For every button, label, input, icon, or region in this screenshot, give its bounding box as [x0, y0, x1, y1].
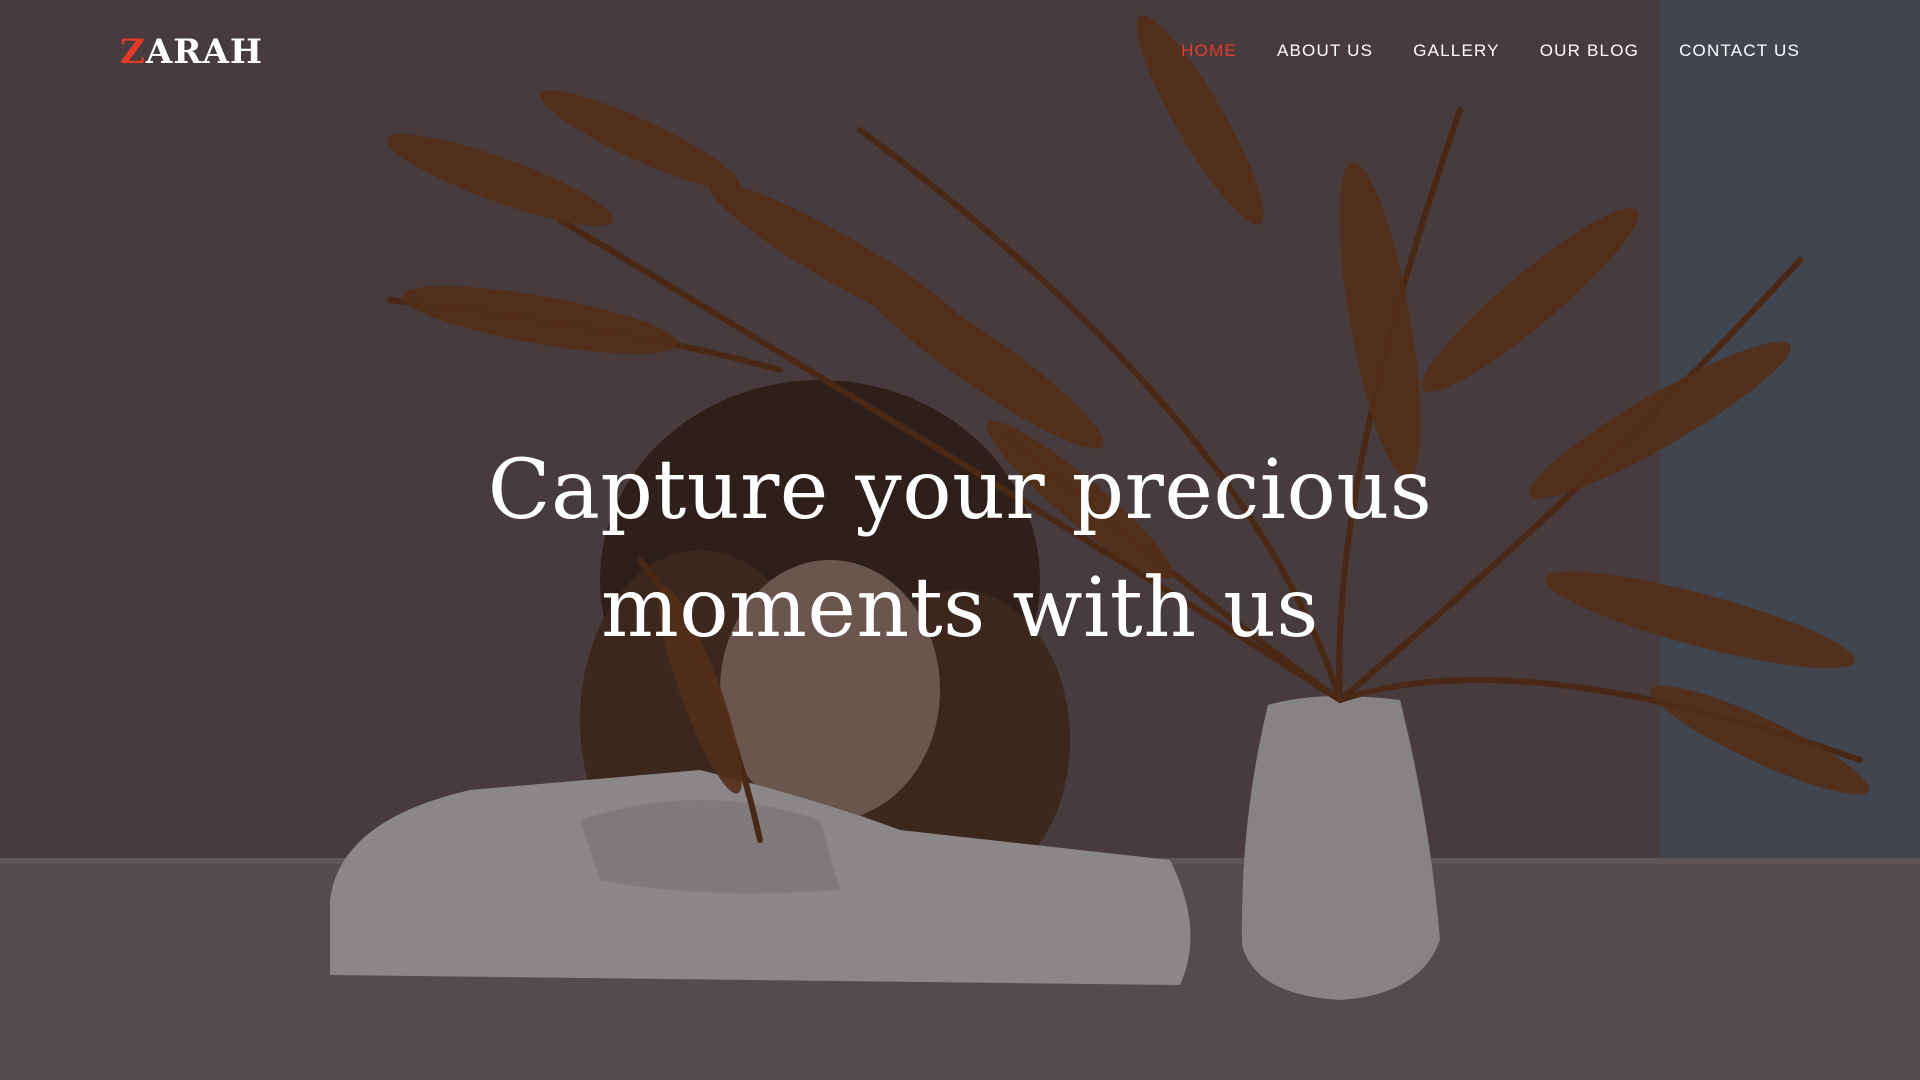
- nav-item-home[interactable]: HOME: [1181, 36, 1237, 66]
- hero-headline: Capture your precious moments with us: [360, 432, 1560, 668]
- hero-headline-line-1: Capture your precious: [487, 443, 1433, 538]
- logo-rest: ARAH: [145, 32, 263, 72]
- site-logo[interactable]: ZARAH: [120, 30, 263, 74]
- nav-item-gallery[interactable]: GALLERY: [1413, 36, 1500, 66]
- logo-first-letter: Z: [120, 32, 146, 72]
- nav-item-contact-us[interactable]: CONTACT US: [1679, 36, 1800, 66]
- nav-item-about-us[interactable]: ABOUT US: [1277, 36, 1373, 66]
- site-header: ZARAH HOME ABOUT US GALLERY OUR BLOG CON…: [0, 0, 1920, 104]
- hero-headline-line-2: moments with us: [601, 561, 1319, 656]
- main-navigation: HOME ABOUT US GALLERY OUR BLOG CONTACT U…: [1181, 36, 1800, 66]
- nav-item-our-blog[interactable]: OUR BLOG: [1540, 36, 1639, 66]
- hero-section: ZARAH HOME ABOUT US GALLERY OUR BLOG CON…: [0, 0, 1920, 1080]
